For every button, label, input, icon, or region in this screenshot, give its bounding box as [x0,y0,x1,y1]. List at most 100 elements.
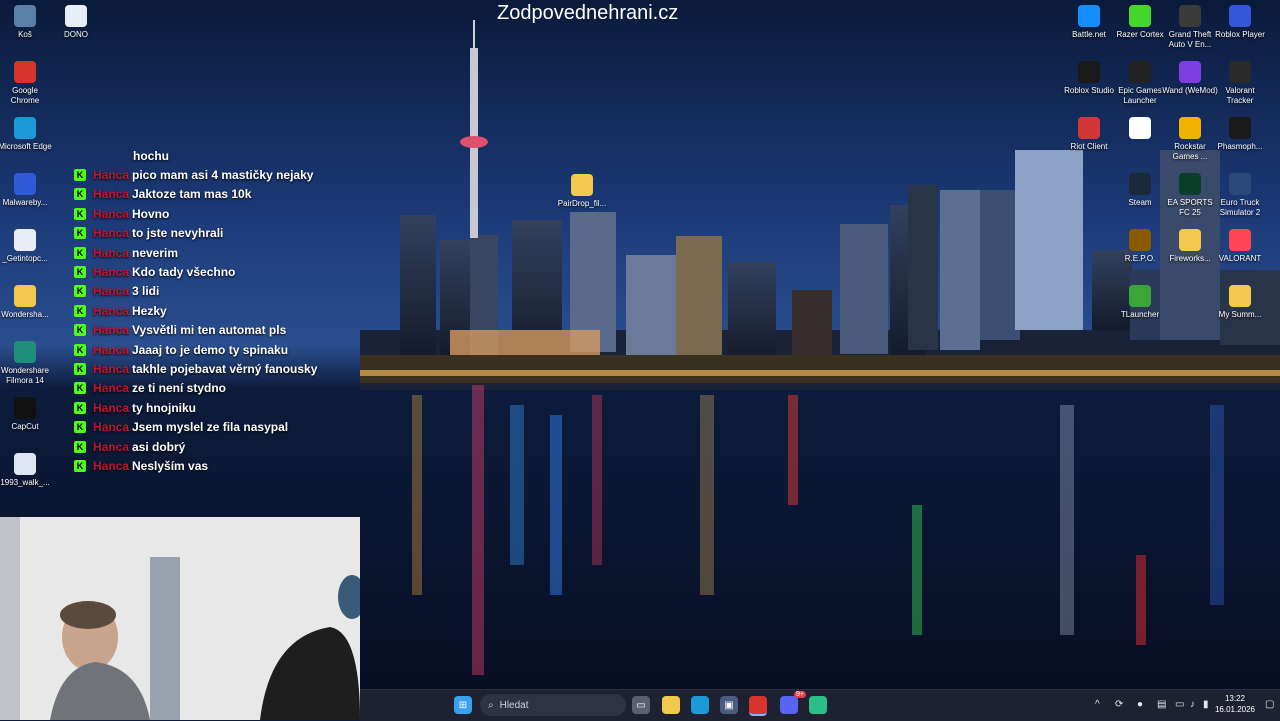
desktop-icon-label: Grand Theft Auto V En... [1168,30,1212,49]
kick-badge-icon: K [74,266,86,279]
kick-badge-icon: K [74,324,86,337]
chrome-icon[interactable] [749,696,767,716]
desktop-icon[interactable]: CapCut [0,397,53,432]
chat-message: K Hanca Neslyším vas [72,456,372,475]
chat-message: K Hanca takhle pojebavat věrný fanousky [72,359,372,378]
sync-icon[interactable]: ⟳ [1115,699,1123,710]
desktop-icon[interactable]: Koš [0,5,53,40]
gta-icon [1179,5,1201,27]
desktop-icon[interactable]: Wand (WeMod) [1162,61,1218,96]
roblox-icon [1229,5,1251,27]
chat-username: Hanca [93,265,130,280]
kick-badge-icon: K [74,421,86,434]
battery-icon[interactable]: ▮ [1203,699,1209,710]
desktop-icon[interactable]: R.E.P.O. [1112,229,1168,264]
chrome-icon [14,61,36,83]
desktop-icon-label: 1993_walk_... [0,478,50,487]
desktop-icon[interactable]: DONO [48,5,104,40]
capcut-icon [14,397,36,419]
desktop-icon[interactable]: Google Chrome [0,61,53,106]
desktop-icon[interactable]: VALORANT [1212,229,1268,264]
watermark-text: Zodpovednehrani.cz [497,2,679,24]
chat-message-text: Neslyším vas [132,458,209,473]
discord-icon[interactable]: 9+ [780,691,806,714]
image-file-icon [14,453,36,475]
desktop-icon[interactable]: Grand Theft Auto V En... [1162,5,1218,50]
desktop-icon[interactable]: Microsoft Edge [0,117,53,152]
file-icon [65,5,87,27]
desktop-icon[interactable]: Razer Cortex [1112,5,1168,40]
razer-icon [1129,5,1151,27]
desktop-icon[interactable]: 1993_walk_... [0,453,53,488]
network-icon[interactable]: ▭ [1175,699,1184,710]
desktop-icon-label: TLauncher [1120,310,1160,319]
desktop-icon[interactable]: Rockstar Games ... [1162,117,1218,162]
desktop-icon-pairdrop[interactable]: PairDrop_fil... [554,174,610,209]
chat-username: Hanca [93,458,130,473]
chat-message-text: ty hnojniku [132,400,196,415]
desktop-icon[interactable]: EA SPORTS FC 25 [1162,173,1218,218]
desktop-icon-label: Fireworks... [1169,254,1211,263]
kick-badge-icon: K [74,188,86,201]
desktop-icon[interactable]: Battle.net [1061,5,1117,40]
kick-badge-icon: K [74,343,86,356]
desktop-icon[interactable]: Wondersha... [0,285,53,320]
desktop-icon[interactable]: Wondershare Filmora 14 [0,341,53,386]
chat-message-text: 3 lidi [132,284,160,299]
chat-message-text: pico mam asi 4 mastičky nejaky [132,168,314,183]
microphone-icon[interactable]: ● [1137,699,1143,710]
desktop-icon-label: Wondershare Filmora 14 [1,366,49,385]
desktop-icon-label: Rockstar Games ... [1172,142,1208,161]
desktop-icon[interactable]: Valorant Tracker [1212,61,1268,106]
store-icon[interactable]: ▣ [720,696,738,714]
clock[interactable]: 13:22 16.01.2026 [1210,693,1260,715]
taskbar-search[interactable]: ⌕ Hledat [480,694,626,716]
chevron-up-icon[interactable]: ^ [1095,699,1100,710]
clock-date: 16.01.2026 [1214,705,1256,714]
desktop-icon[interactable] [1112,117,1168,142]
desktop-icon[interactable]: Roblox Studio [1061,61,1117,96]
desktop-icon[interactable]: Epic Games Launcher [1112,61,1168,106]
file-icon [14,229,36,251]
tray-app-icon[interactable]: ▤ [1157,699,1166,710]
roblox-studio-icon [1078,61,1100,83]
desktop-icon[interactable]: My Summ... [1212,285,1268,320]
chat-username: Hanca [93,381,130,396]
volume-icon[interactable]: ♪ [1190,699,1195,710]
desktop-icon[interactable]: Malwareby... [0,173,53,208]
desktop-icon-label: CapCut [11,422,39,431]
desktop-icon[interactable]: Phasmoph... [1212,117,1268,152]
chat-message-text: takhle pojebavat věrný fanousky [132,361,318,376]
chat-message: K Hanca Vysvětli mi ten automat pls [72,321,372,340]
desktop-icon[interactable]: _Getintopc... [0,229,53,264]
chat-username: Hanca [93,400,130,415]
chat-message: K Hanca asi dobrý [72,437,372,456]
desktop-icon-label: My Summ... [1218,310,1262,319]
desktop-icon-label: Euro Truck Simulator 2 [1219,198,1261,217]
chat-username: Hanca [93,361,130,376]
file-explorer-icon[interactable] [662,696,680,714]
chat-username: Hanca [93,284,130,299]
desktop-icon[interactable]: Euro Truck Simulator 2 [1212,173,1268,218]
desktop-icon[interactable]: Roblox Player [1212,5,1268,40]
rockstar-icon [1179,117,1201,139]
app-icon[interactable] [809,696,827,714]
stream-chat-overlay: hochu K Hanca pico mam asi 4 mastičky nejak… [72,146,372,476]
edge-icon[interactable] [691,696,709,714]
desktop-icon[interactable]: Steam [1112,173,1168,208]
repo-icon [1129,229,1151,251]
desktop-icon-label: Microsoft Edge [0,142,52,151]
chat-message: K Hanca ze ti není stydno [72,379,372,398]
chat-message: hochu [72,146,372,165]
kick-badge-icon: K [74,285,86,298]
desktop-icon-label: Valorant Tracker [1225,86,1255,105]
desktop-icon[interactable]: Fireworks... [1162,229,1218,264]
desktop-icon[interactable]: Riot Client [1061,117,1117,152]
notification-badge: 9+ [794,691,806,698]
chat-username: Hanca [93,168,130,183]
desktop-icon[interactable]: TLauncher [1112,285,1168,320]
task-view-icon[interactable]: ▭ [632,696,650,714]
notifications-icon[interactable]: ▢ [1265,699,1274,710]
desktop-icon-label: Razer Cortex [1116,30,1164,39]
windows-start-icon[interactable]: ⊞ [454,696,472,714]
